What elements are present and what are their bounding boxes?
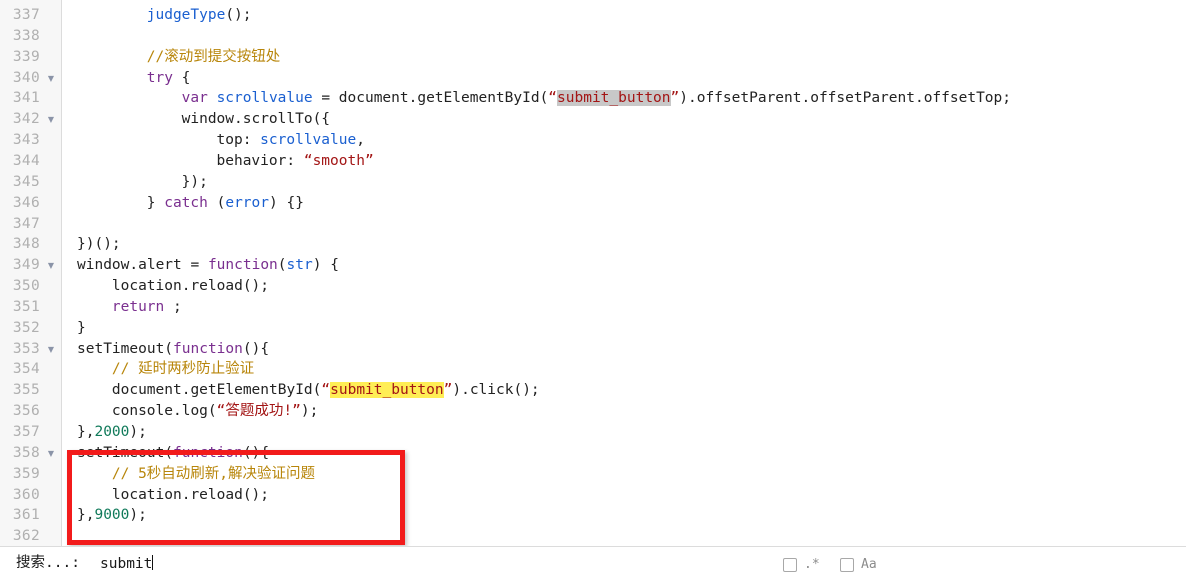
code-line: // 5秒自动刷新,解决验证问题	[63, 464, 1186, 485]
code-line: window.scrollTo({	[63, 109, 1186, 130]
code-line-text: judgeType();	[146, 7, 252, 23]
code-line-text: window.scrollTo({	[181, 111, 331, 128]
line-number: 345	[12, 173, 40, 190]
line-number: 353	[12, 340, 40, 357]
regex-option[interactable]: .*	[783, 554, 820, 574]
code-line: setTimeout(function(){	[63, 443, 1186, 464]
line-number: 346	[12, 194, 40, 211]
code-line-text: },9000);	[77, 507, 147, 524]
code-line-text: location.reload();	[111, 486, 270, 503]
code-line-text: }	[77, 319, 86, 336]
line-number: 356	[12, 403, 40, 420]
code-line: }	[63, 318, 1186, 339]
code-line-text: top: scrollvalue,	[216, 132, 365, 149]
code-line-text: } catch (error) {}	[146, 194, 304, 211]
code-fold-toggle-icon[interactable]: ▼	[45, 109, 57, 130]
line-number: 349	[12, 257, 40, 274]
code-line-text: // 5秒自动刷新,解决验证问题	[111, 465, 316, 482]
line-number: 341	[12, 90, 40, 107]
line-number: 352	[12, 319, 40, 336]
code-line: //滚动到提交按钮处	[63, 47, 1186, 68]
line-number: 360	[12, 486, 40, 503]
line-number: 362	[12, 528, 40, 545]
code-line: return ;	[63, 297, 1186, 318]
code-editor-window: 337 338 339 340 ▼ 341 342 ▼ 343 344 345 346 347 348 34…	[0, 0, 1186, 579]
line-number: 355	[12, 382, 40, 399]
search-input[interactable]: submit	[100, 553, 220, 574]
line-number: 350	[12, 278, 40, 295]
line-number: 358	[12, 444, 40, 461]
code-fold-toggle-icon[interactable]: ▼	[45, 339, 57, 360]
code-line: var scrollvalue = document.getElementByI…	[63, 88, 1186, 109]
code-line-text: },2000);	[77, 424, 147, 440]
code-line: top: scrollvalue,	[63, 130, 1186, 151]
line-number: 357	[12, 424, 40, 440]
line-number: 348	[12, 236, 40, 253]
code-line-text: window.alert = function(str) {	[77, 257, 339, 274]
code-line-text: // 延时两秒防止验证	[111, 361, 255, 378]
regex-option-label: .*	[804, 556, 820, 572]
regex-checkbox[interactable]	[783, 557, 797, 572]
line-number: 344	[12, 152, 40, 169]
editor-area[interactable]: 337 338 339 340 ▼ 341 342 ▼ 343 344 345 346 347 348 34…	[0, 0, 1186, 546]
code-line-text: document.getElementById(“submit_button”)…	[111, 382, 540, 399]
code-line: })();	[63, 234, 1186, 255]
code-line: // 延时两秒防止验证	[63, 359, 1186, 380]
line-number: 347	[12, 215, 40, 232]
line-number: 359	[12, 465, 40, 482]
search-input-value: submit	[100, 556, 153, 572]
code-fold-toggle-icon[interactable]: ▼	[45, 68, 57, 89]
code-line: document.getElementById(“submit_button”)…	[63, 380, 1186, 401]
code-line-text: return ;	[111, 298, 182, 315]
code-fold-toggle-icon[interactable]: ▼	[45, 255, 57, 276]
code-line: },2000);	[63, 422, 1186, 443]
code-line-text: try {	[146, 69, 191, 86]
line-number: 339	[12, 48, 40, 65]
code-line: behavior: “smooth”	[63, 151, 1186, 172]
code-line: judgeType();	[63, 5, 1186, 26]
code-content-pane[interactable]: judgeType(); //滚动到提交按钮处 try { var scrollval…	[63, 0, 1186, 546]
code-line: console.log(“答题成功!”);	[63, 401, 1186, 422]
code-line-text: var scrollvalue = document.getElementByI…	[181, 90, 1011, 107]
line-number: 351	[12, 298, 40, 315]
line-number: 343	[12, 132, 40, 149]
code-fold-toggle-icon[interactable]: ▼	[45, 443, 57, 464]
text-caret	[152, 555, 154, 570]
code-line: setTimeout(function(){	[63, 339, 1186, 360]
code-line-text: behavior: “smooth”	[216, 152, 374, 169]
line-number: 338	[12, 27, 40, 44]
case-sensitive-checkbox[interactable]	[840, 557, 854, 572]
code-line: window.alert = function(str) {	[63, 255, 1186, 276]
search-bar[interactable]: 搜索...: submit .* Aa	[0, 546, 1186, 579]
code-line: location.reload();	[63, 276, 1186, 297]
code-line-text: setTimeout(function(){	[77, 444, 270, 461]
line-number: 342	[12, 111, 40, 128]
search-label: 搜索...:	[16, 555, 80, 571]
line-number: 354	[12, 361, 40, 378]
code-line-text: });	[181, 173, 208, 190]
line-number: 337	[12, 7, 40, 23]
code-line-text: location.reload();	[111, 278, 270, 295]
line-number: 340	[12, 69, 40, 86]
code-line-text: setTimeout(function(){	[77, 340, 270, 357]
code-line-text: //滚动到提交按钮处	[146, 48, 281, 65]
code-line-text: console.log(“答题成功!”);	[111, 403, 319, 420]
code-line-text: })();	[77, 236, 121, 253]
case-sensitive-option-label: Aa	[861, 556, 877, 572]
case-sensitive-option[interactable]: Aa	[840, 554, 877, 574]
code-line: });	[63, 172, 1186, 193]
code-line: },9000);	[63, 505, 1186, 526]
code-line: location.reload();	[63, 485, 1186, 506]
code-line: try {	[63, 68, 1186, 89]
line-number: 361	[12, 507, 40, 524]
code-line: } catch (error) {}	[63, 193, 1186, 214]
